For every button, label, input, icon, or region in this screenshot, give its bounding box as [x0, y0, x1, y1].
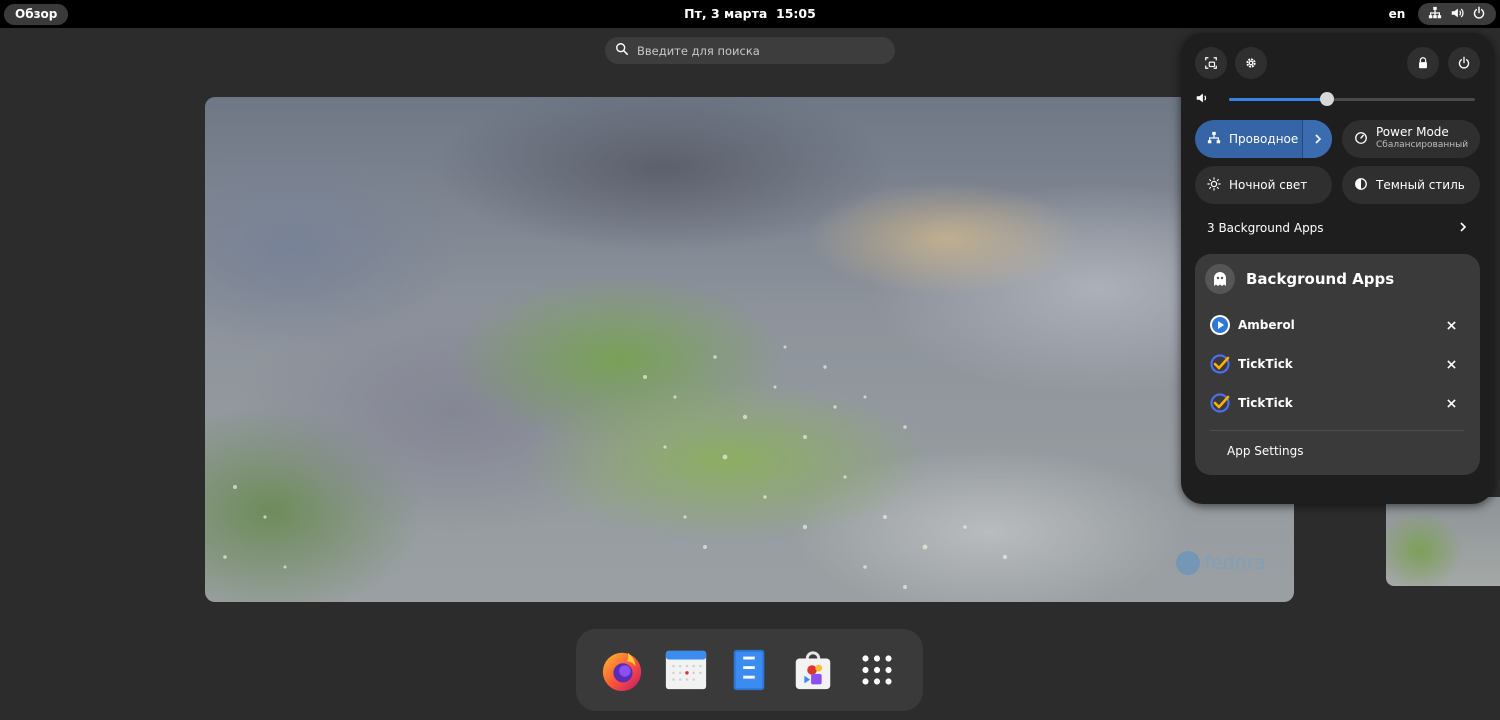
background-app-row[interactable]: Amberol	[1209, 313, 1459, 337]
volume-icon	[1450, 5, 1464, 24]
fedora-watermark: fedora	[1176, 551, 1266, 575]
files-icon	[734, 649, 765, 691]
dash-item-firefox[interactable]	[598, 646, 646, 694]
network-toggle[interactable]: Проводное	[1195, 120, 1332, 158]
amberol-icon	[1210, 315, 1230, 335]
lock-button[interactable]	[1407, 47, 1439, 79]
volume-slider-fill	[1229, 97, 1328, 101]
power-mode-toggle[interactable]: Power Mode Сбалансированный	[1342, 120, 1480, 158]
ticktick-icon	[1210, 393, 1230, 413]
dark-style-toggle[interactable]: Темный стиль	[1342, 166, 1480, 204]
volume-slider[interactable]	[1229, 91, 1475, 106]
dark-style-icon	[1342, 177, 1376, 194]
search-icon	[615, 41, 637, 60]
divider	[1210, 430, 1464, 431]
power-mode-sublabel: Сбалансированный	[1376, 140, 1469, 150]
background-app-row[interactable]: TickTick	[1209, 391, 1459, 415]
app-grid-icon	[862, 655, 892, 685]
background-app-name: TickTick	[1238, 396, 1293, 410]
power-mode-label: Power Mode	[1376, 125, 1449, 139]
screenshot-icon	[1205, 57, 1217, 69]
ticktick-icon	[1210, 354, 1230, 374]
volume-slider-handle[interactable]	[1320, 91, 1335, 106]
calendar-icon	[665, 650, 706, 690]
dash-item-software[interactable]	[789, 646, 837, 694]
network-wired-icon	[1428, 5, 1442, 24]
background-app-name: Amberol	[1238, 318, 1295, 332]
close-icon	[1446, 398, 1456, 408]
top-bar: Обзор Пт, 3 марта 15:05 en	[0, 0, 1500, 28]
network-label: Проводное	[1229, 132, 1299, 146]
power-mode-icon	[1342, 131, 1376, 148]
clock: Пт, 3 марта 15:05	[0, 0, 1500, 28]
chevron-right-icon	[1457, 221, 1469, 236]
dash	[576, 629, 923, 711]
clock-date: Пт, 3 марта	[684, 6, 768, 21]
fedora-logo-icon	[1176, 551, 1201, 575]
app-settings-button[interactable]: App Settings	[1227, 444, 1303, 458]
clock-button[interactable]: Пт, 3 марта 15:05	[684, 6, 816, 21]
background-apps-toggle[interactable]: 3 Background Apps	[1195, 219, 1481, 237]
search-input[interactable]	[637, 43, 877, 58]
clock-time: 15:05	[776, 6, 816, 21]
quick-settings-menu: Проводное Power Mode Сбалансированный Но…	[1181, 33, 1494, 504]
wallpaper-sparkles	[223, 345, 1008, 589]
power-off-button[interactable]	[1448, 47, 1480, 79]
chevron-right-icon	[1314, 134, 1321, 144]
background-apps-title: Background Apps	[1246, 270, 1395, 288]
night-light-label: Ночной свет	[1229, 178, 1308, 192]
software-icon	[796, 651, 831, 690]
close-app-button[interactable]	[1443, 395, 1459, 411]
power-icon	[1458, 56, 1470, 69]
activities-button[interactable]: Обзор	[4, 4, 69, 25]
workspace-preview[interactable]: fedora	[205, 97, 1294, 602]
ghost-icon	[1205, 264, 1235, 294]
keyboard-layout-indicator[interactable]: en	[1385, 0, 1409, 28]
background-apps-header: Background Apps	[1205, 264, 1394, 294]
night-light-toggle[interactable]: Ночной свет	[1195, 166, 1332, 204]
close-app-button[interactable]	[1443, 356, 1459, 372]
close-icon	[1446, 359, 1456, 369]
gear-icon	[1246, 58, 1256, 68]
close-app-button[interactable]	[1443, 317, 1459, 333]
background-apps-panel: Background Apps Amberol TickTick TickTic…	[1195, 254, 1480, 475]
volume-icon	[1195, 90, 1229, 109]
close-icon	[1446, 320, 1456, 330]
background-apps-count-label: 3 Background Apps	[1207, 221, 1324, 235]
network-expand-button[interactable]	[1302, 120, 1332, 158]
sun-icon	[1195, 176, 1229, 194]
power-icon	[1472, 5, 1486, 24]
lock-icon	[1419, 57, 1427, 69]
background-app-name: TickTick	[1238, 357, 1293, 371]
network-wired-icon	[1195, 131, 1229, 148]
workspace-preview-next[interactable]	[1386, 497, 1500, 586]
system-menu-button[interactable]	[1418, 3, 1496, 25]
firefox-icon	[602, 652, 642, 692]
dark-style-label: Темный стиль	[1376, 178, 1465, 192]
settings-button[interactable]	[1235, 47, 1267, 79]
show-apps-button[interactable]	[853, 646, 901, 694]
volume-row	[1195, 89, 1481, 109]
dash-item-files[interactable]	[725, 646, 773, 694]
background-app-row[interactable]: TickTick	[1209, 352, 1459, 376]
dash-item-calendar[interactable]	[662, 646, 710, 694]
search-entry[interactable]	[605, 37, 895, 64]
screenshot-button[interactable]	[1195, 47, 1227, 79]
